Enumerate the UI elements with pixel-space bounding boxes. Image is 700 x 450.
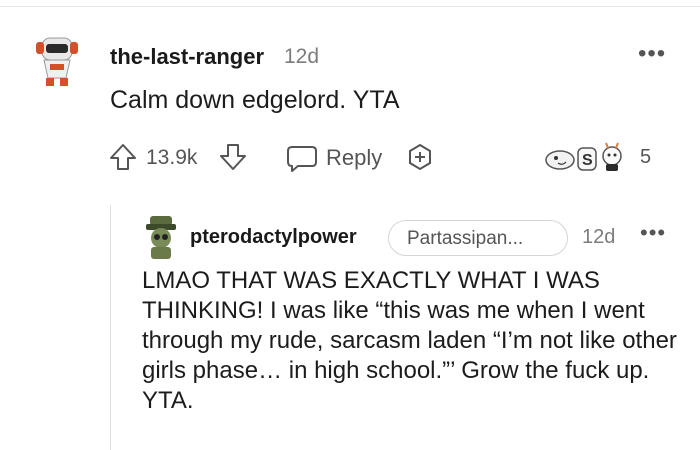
awards-icon[interactable]: S [538, 140, 638, 174]
thread-line[interactable] [110, 205, 111, 450]
comment-actions: 13.9k Reply S 5 [108, 140, 668, 174]
user-flair: Partassipan... [388, 220, 568, 256]
comment-body: LMAO THAT WAS EXACTLY WHAT I WAS THINKIN… [142, 267, 677, 414]
reply-icon[interactable] [286, 144, 318, 172]
upvote-icon[interactable] [108, 142, 138, 172]
timestamp[interactable]: 12d [582, 226, 615, 249]
more-icon[interactable]: ••• [638, 42, 666, 66]
timestamp[interactable]: 12d [284, 45, 319, 69]
more-icon[interactable]: ••• [640, 222, 666, 244]
award-count: 5 [640, 146, 652, 168]
avatar[interactable] [142, 214, 180, 260]
username[interactable]: the-last-ranger [110, 44, 264, 70]
svg-text:S: S [582, 152, 593, 169]
comment-body: Calm down edgelord. YTA [110, 86, 400, 114]
downvote-icon[interactable] [218, 142, 248, 172]
top-divider [0, 6, 700, 7]
add-award-icon[interactable] [406, 143, 434, 171]
avatar[interactable] [32, 30, 82, 88]
username[interactable]: pterodactylpower [190, 226, 357, 249]
reply-button[interactable]: Reply [326, 145, 382, 171]
score: 13.9k [146, 146, 198, 169]
